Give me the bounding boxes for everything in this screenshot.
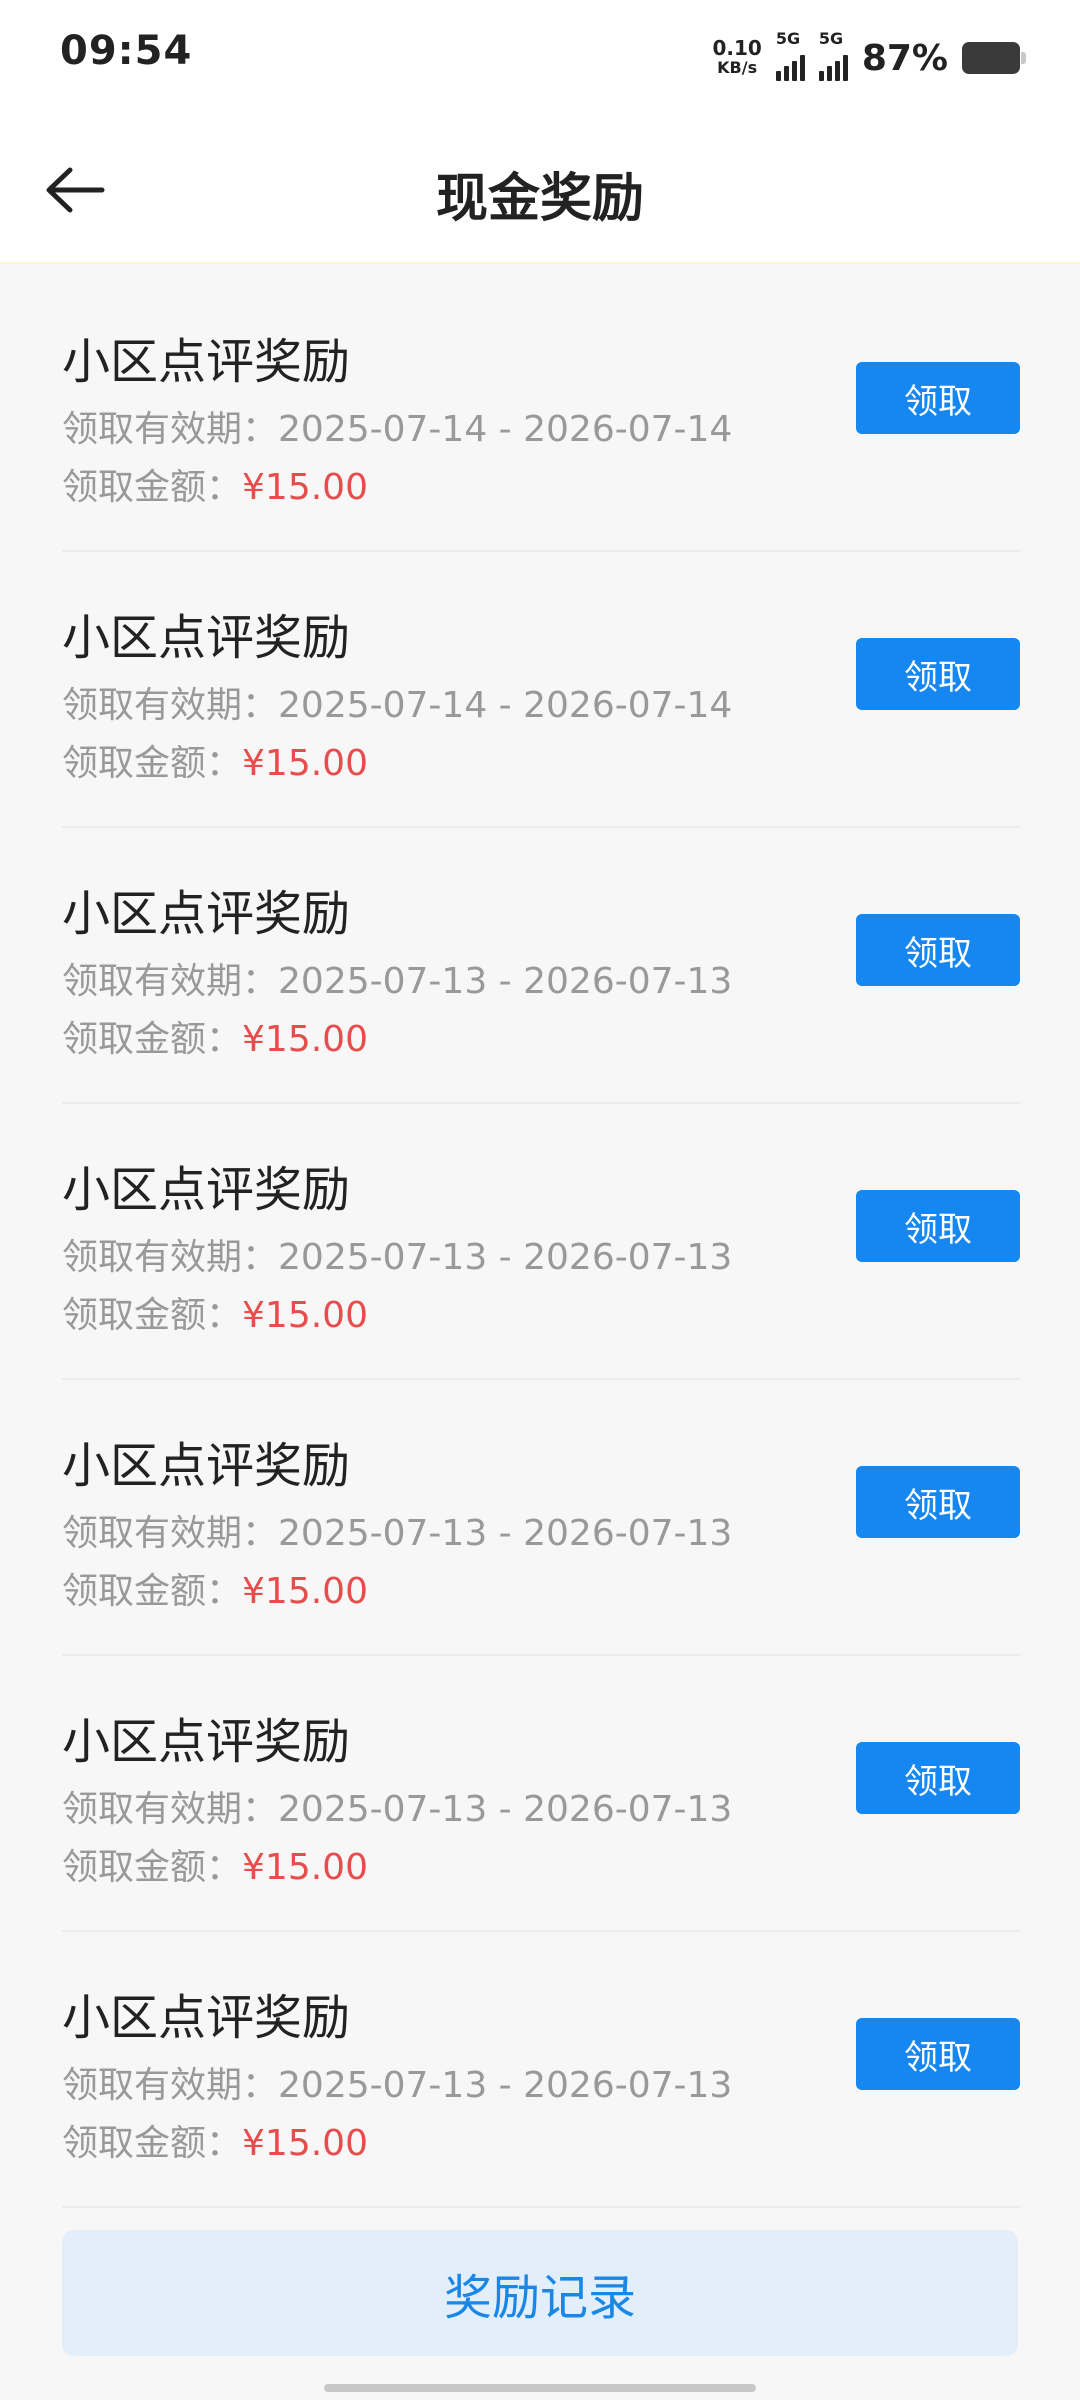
amount-value: ¥15.00 [242, 743, 368, 784]
reward-amount: 领取金额：¥15.00 [62, 743, 368, 784]
page-title: 现金奖励 [435, 169, 644, 229]
reward-period: 领取有效期：2025-07-13 - 2026-07-13 [62, 961, 733, 1002]
reward-title: 小区点评奖励 [62, 886, 351, 942]
app-header: 现金奖励 [0, 116, 1080, 264]
signal-icon: 5G [818, 29, 848, 81]
claim-button[interactable]: 领取 [856, 914, 1020, 986]
reward-period: 领取有效期：2025-07-13 - 2026-07-13 [62, 1789, 733, 1830]
status-icons: 0.10 KB/s 5G 5G 87% [712, 29, 1026, 86]
claim-button[interactable]: 领取 [856, 1190, 1020, 1262]
reward-amount: 领取金额：¥15.00 [62, 2123, 368, 2164]
network-speed: 0.10 KB/s [712, 38, 761, 78]
reward-amount: 领取金额：¥15.00 [62, 467, 368, 508]
reward-title: 小区点评奖励 [62, 334, 351, 390]
reward-record-button[interactable]: 奖励记录 [62, 2230, 1018, 2356]
claim-button[interactable]: 领取 [856, 638, 1020, 710]
amount-value: ¥15.00 [242, 1847, 368, 1888]
reward-amount: 领取金额：¥15.00 [62, 1019, 368, 1060]
claim-button[interactable]: 领取 [856, 1742, 1020, 1814]
claim-button[interactable]: 领取 [856, 362, 1020, 434]
list-item: 小区点评奖励 领取有效期：2025-07-13 - 2026-07-13 领取金… [62, 1380, 1020, 1656]
signal-type-label: 5G [775, 29, 801, 48]
claim-button[interactable]: 领取 [856, 1466, 1020, 1538]
battery-icon [962, 42, 1026, 74]
signal-type-label: 5G [818, 29, 844, 48]
amount-value: ¥15.00 [242, 467, 368, 508]
list-item: 小区点评奖励 领取有效期：2025-07-14 - 2026-07-14 领取金… [62, 276, 1020, 552]
list-item: 小区点评奖励 领取有效期：2025-07-14 - 2026-07-14 领取金… [62, 552, 1020, 828]
battery-percent: 87% [861, 37, 948, 79]
network-speed-unit: KB/s [717, 58, 758, 77]
amount-value: ¥15.00 [242, 1571, 368, 1612]
status-bar: 09:54 0.10 KB/s 5G 5G 87% [0, 0, 1080, 116]
status-time: 09:54 [60, 28, 193, 74]
signal-icon: 5G [775, 29, 805, 81]
network-speed-value: 0.10 [712, 36, 762, 60]
reward-title: 小区点评奖励 [62, 610, 351, 666]
reward-period: 领取有效期：2025-07-13 - 2026-07-13 [62, 2065, 733, 2106]
list-item: 小区点评奖励 领取有效期：2025-07-13 - 2026-07-13 领取金… [62, 1656, 1020, 1932]
amount-value: ¥15.00 [242, 1019, 368, 1060]
amount-value: ¥15.00 [242, 1295, 368, 1336]
home-indicator[interactable] [324, 2384, 756, 2392]
reward-period: 领取有效期：2025-07-13 - 2026-07-13 [62, 1237, 733, 1278]
reward-amount: 领取金额：¥15.00 [62, 1571, 368, 1612]
amount-value: ¥15.00 [242, 2123, 368, 2164]
reward-title: 小区点评奖励 [62, 1714, 351, 1770]
reward-period: 领取有效期：2025-07-13 - 2026-07-13 [62, 1513, 733, 1554]
reward-amount: 领取金额：¥15.00 [62, 1295, 368, 1336]
reward-list: 小区点评奖励 领取有效期：2025-07-14 - 2026-07-14 领取金… [62, 276, 1020, 2208]
claim-button[interactable]: 领取 [856, 2018, 1020, 2090]
reward-title: 小区点评奖励 [62, 1162, 351, 1218]
reward-period: 领取有效期：2025-07-14 - 2026-07-14 [62, 685, 733, 726]
reward-title: 小区点评奖励 [62, 1438, 351, 1494]
reward-amount: 领取金额：¥15.00 [62, 1847, 368, 1888]
reward-title: 小区点评奖励 [62, 1990, 351, 2046]
reward-period: 领取有效期：2025-07-14 - 2026-07-14 [62, 409, 733, 450]
list-item: 小区点评奖励 领取有效期：2025-07-13 - 2026-07-13 领取金… [62, 1932, 1020, 2208]
list-item: 小区点评奖励 领取有效期：2025-07-13 - 2026-07-13 领取金… [62, 1104, 1020, 1380]
list-item: 小区点评奖励 领取有效期：2025-07-13 - 2026-07-13 领取金… [62, 828, 1020, 1104]
